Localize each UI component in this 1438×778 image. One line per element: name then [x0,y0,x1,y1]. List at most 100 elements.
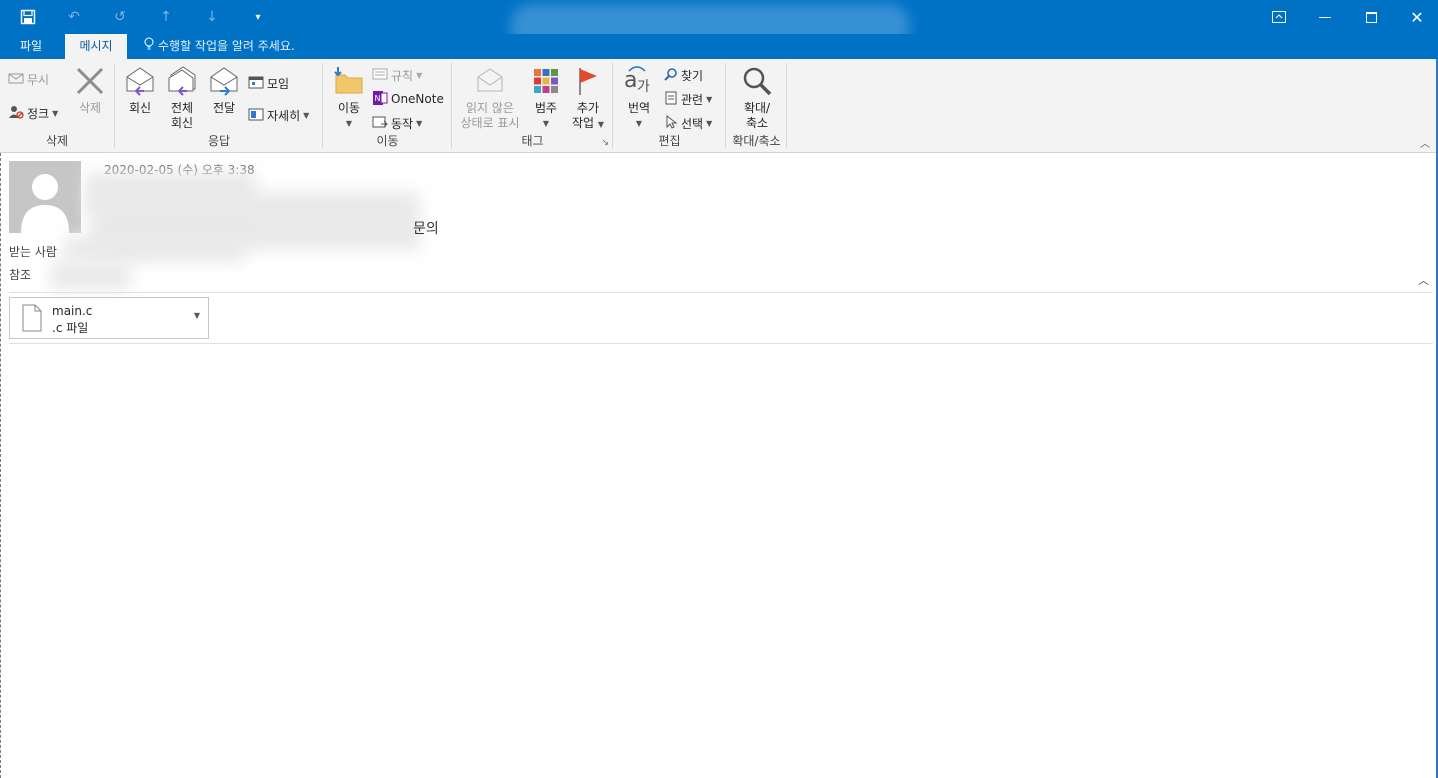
attachment-main-c[interactable]: main.c .c 파일 ▼ [9,297,209,339]
delete-x-icon [70,65,110,101]
onenote-button[interactable]: N OneNote [372,89,444,109]
flag-icon [567,65,609,101]
rules-icon [372,67,388,84]
chevron-down-icon: ▼ [416,118,423,128]
translate-icon: a가 [618,65,660,101]
delete-button[interactable]: 삭제 [70,65,110,116]
sender-avatar [9,161,81,233]
junk-button[interactable]: 정크 ▼ [8,103,58,123]
ignore-icon [8,71,24,88]
save-icon[interactable] [10,0,46,34]
editing-group-label: 편집 [658,134,681,148]
chevron-down-icon: ▼ [706,118,713,128]
translate-button[interactable]: a가 번역 ▼ [618,65,660,131]
editing-group: a가 번역 ▼ 찾기 관련 ▼ 선택 ▼ 편집 [614,63,726,149]
categorize-icon [527,65,565,101]
tell-me-text: 수행할 작업을 알려 주세요. [158,39,295,53]
chevron-down-icon: ▼ [52,108,59,118]
ignore-button[interactable]: 무시 [8,69,49,89]
previous-item-icon[interactable]: ↑ [148,0,184,34]
zoom-button[interactable]: 확대/ 축소 [731,65,783,131]
tags-group: 읽지 않은 상태로 표시 범주 ▼ 추가 작업 ▼ 태그 ↘ [453,63,613,149]
redo-icon[interactable]: ↺ [102,0,138,34]
body-divider [9,343,1433,344]
lightbulb-icon [144,34,154,59]
title-bar: ↶ ↺ ↑ ↓ ▾ — ✕ [0,0,1438,48]
cc-redacted [50,262,130,290]
ribbon-display-options-icon[interactable] [1256,0,1302,34]
find-icon [664,67,678,84]
rules-button[interactable]: 규칙 ▼ [372,65,422,85]
chevron-down-icon[interactable]: ▼ [194,311,200,320]
junk-icon [8,105,24,122]
tags-group-label: 태그 [521,134,544,148]
to-label: 받는 사람 [9,245,57,259]
tab-message[interactable]: 메시지 [65,34,127,59]
folder-move-icon [330,65,368,101]
reply-button[interactable]: 회신 [122,65,158,116]
more-respond-button[interactable]: 자세히 ▼ [248,105,309,125]
window-left-edge [0,153,2,778]
respond-group-label: 응답 [207,134,231,148]
chevron-down-icon: ▼ [542,119,550,128]
svg-text:가: 가 [637,79,650,95]
chevron-down-icon: ▼ [706,94,713,104]
chevron-down-icon: ▼ [345,119,353,128]
chevron-down-icon: ▼ [635,119,643,128]
forward-icon [206,65,242,101]
related-icon [664,91,678,108]
next-item-icon[interactable]: ↓ [194,0,230,34]
message-subject: 문의 [413,221,439,237]
forward-button[interactable]: 전달 [206,65,242,116]
zoom-group: 확대/ 축소 확대/축소 [727,63,787,149]
mark-unread-button[interactable]: 읽지 않은 상태로 표시 [455,65,525,131]
collapse-header-icon[interactable]: ︿ [1418,272,1429,288]
onenote-icon: N [372,90,388,109]
more-respond-icon [248,107,264,124]
move-group: 이동 ▼ 규칙 ▼ N OneNote 동작 ▼ 이동 [324,63,452,149]
find-button[interactable]: 찾기 [664,65,703,85]
reply-all-icon [162,65,202,101]
categorize-button[interactable]: 범주 ▼ [527,65,565,131]
magnifier-icon [731,65,783,101]
ribbon-tab-row: 파일 메시지 수행할 작업을 알려 주세요. [0,34,1438,59]
customize-qat-icon[interactable]: ▾ [240,0,276,34]
follow-up-button[interactable]: 추가 작업 ▼ [567,65,609,132]
dialog-launcher-icon[interactable]: ↘ [601,138,609,148]
actions-button[interactable]: 동작 ▼ [372,113,422,133]
chevron-down-icon: ▼ [597,120,605,129]
chevron-down-icon: ▼ [303,110,310,120]
reply-icon [122,65,158,101]
respond-group: 회신 전체 회신 전달 모임 자세히 ▼ 응답 [116,63,323,149]
maximize-icon[interactable] [1348,0,1394,34]
meeting-icon [248,75,264,92]
mark-unread-icon [455,65,525,101]
attachment-type: .c 파일 [52,321,89,335]
person-icon [9,161,81,233]
delete-group: 무시 정크 ▼ 삭제 삭제 [0,63,115,149]
close-icon[interactable]: ✕ [1394,0,1438,34]
reply-all-button[interactable]: 전체 회신 [162,65,202,131]
minimize-icon[interactable]: — [1302,0,1348,34]
tell-me-box[interactable]: 수행할 작업을 알려 주세요. [144,34,295,59]
related-button[interactable]: 관련 ▼ [664,89,712,109]
meeting-button[interactable]: 모임 [248,73,289,93]
collapse-ribbon-icon[interactable]: ︿ [1420,135,1430,150]
attachment-name: main.c [52,304,93,318]
cc-label: 참조 [9,268,32,282]
recipients-redacted [64,236,244,262]
move-group-label: 이동 [376,134,399,148]
ribbon: 무시 정크 ▼ 삭제 삭제 회신 전체 회신 전달 모임 자세히 ▼ 응답 이동… [0,59,1438,153]
delete-group-label: 삭제 [45,134,69,148]
actions-icon [372,115,388,132]
header-divider [9,292,1433,293]
move-button[interactable]: 이동 ▼ [330,65,368,131]
svg-text:a: a [624,68,637,93]
select-button[interactable]: 선택 ▼ [664,113,712,133]
undo-icon[interactable]: ↶ [56,0,92,34]
tab-file[interactable]: 파일 [6,34,56,59]
file-icon [22,304,42,335]
svg-text:N: N [375,94,381,103]
chevron-down-icon: ▼ [416,70,423,80]
outlook-message-window: ↶ ↺ ↑ ↓ ▾ — ✕ 파일 메시지 수행할 작업을 알려 주세요. 무시 … [0,0,1438,778]
